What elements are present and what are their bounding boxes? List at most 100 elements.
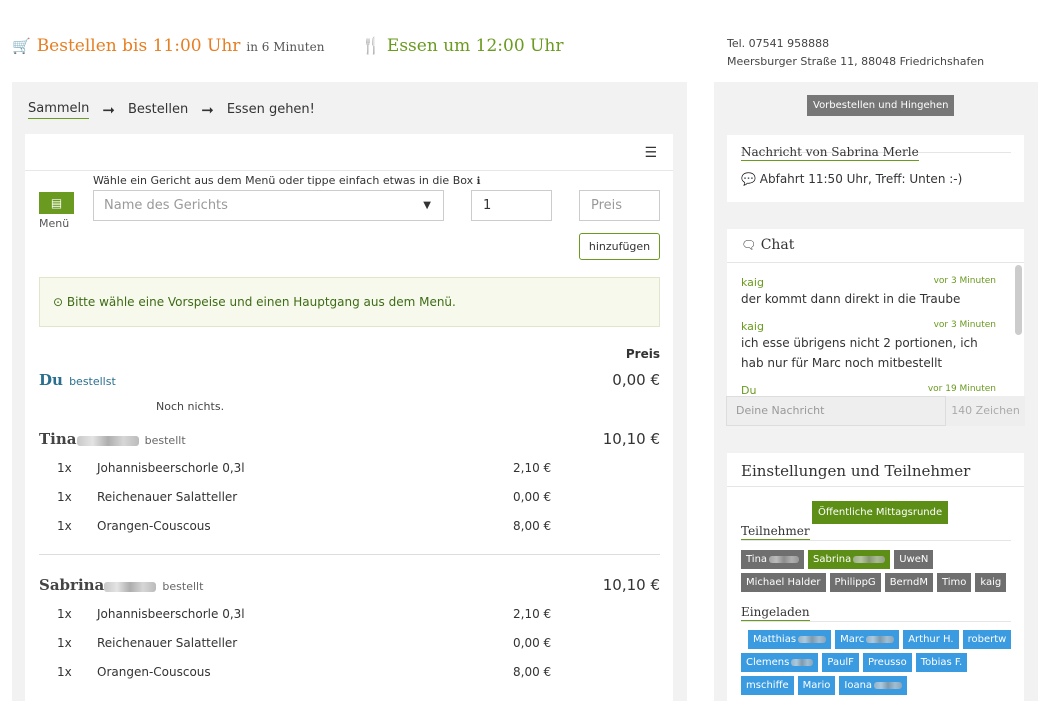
message-text: 💬 Abfahrt 11:50 Uhr, Treff: Unten :-) <box>741 172 963 186</box>
participant-tag[interactable]: UweN <box>894 550 934 569</box>
blurred-surname <box>798 636 827 643</box>
invited-tag[interactable]: Clemens <box>741 653 819 672</box>
orderer-name: Tina <box>39 430 77 448</box>
eat-time-text: Essen um 12:00 Uhr <box>386 36 564 56</box>
list-view-icon[interactable]: ☰ <box>644 145 657 161</box>
dish-hint: Wähle ein Gericht aus dem Menü oder tipp… <box>93 174 481 187</box>
invited-tag[interactable]: Marc <box>835 630 900 649</box>
divider <box>741 540 1011 541</box>
step-collect[interactable]: Sammeln <box>28 101 90 119</box>
participants-title: Teilnehmer <box>741 524 810 540</box>
orderer-verb: bestellt <box>144 434 186 447</box>
add-button[interactable]: hinzufügen <box>579 233 660 260</box>
step-eat[interactable]: Essen gehen! <box>227 102 315 119</box>
chat-text: der kommt dann direkt in die Traube <box>741 292 961 306</box>
price-input[interactable]: Preis <box>579 190 660 221</box>
message-box: Nachricht von Sabrina Merle 💬 Abfahrt 11… <box>727 135 1024 202</box>
orderer-you: Du bestellst 0,00 € <box>39 371 660 389</box>
orderer-sabrina: Sabrina bestellt 10,10 € <box>39 576 660 594</box>
public-lunch-button[interactable]: Öffentliche Mittagsrunde <box>812 501 949 524</box>
blurred-surname <box>853 556 886 563</box>
caret-down-icon[interactable]: ▼ <box>423 191 431 220</box>
chat-title: 🗨 Chat <box>741 237 795 253</box>
order-item: 1x Orangen-Couscous 8,00 € <box>57 519 552 533</box>
arrow-right-icon: ➞ <box>201 101 214 119</box>
chat-time: vor 3 Minuten <box>933 320 996 330</box>
blurred-surname <box>104 581 157 592</box>
invited-tag[interactable]: Matthias <box>748 630 832 649</box>
address: Meersburger Straße 11, 88048 Friedrichsh… <box>727 55 985 68</box>
participant-tag[interactable]: kaig <box>975 573 1007 592</box>
participant-tag[interactable]: PhilippG <box>829 573 881 592</box>
sidebar: Vorbestellen und Hingehen Nachricht von … <box>714 82 1038 701</box>
invited-tag[interactable]: Tobias F. <box>915 653 968 672</box>
invited-tag[interactable]: Preusso <box>862 653 912 672</box>
participant-tag[interactable]: Sabrina <box>808 550 891 569</box>
orderer-total: 10,10 € <box>602 430 660 448</box>
progress-steps: Sammeln ➞ Bestellen ➞ Essen gehen! <box>28 101 315 119</box>
chat-text: ich esse übrigens nicht 2 portionen, ich… <box>741 336 978 370</box>
invited-tag[interactable]: mschiffe <box>741 676 794 695</box>
participants-list: Tina Sabrina UweN Michael Halder Philipp… <box>741 550 1016 592</box>
preorder-button[interactable]: Vorbestellen und Hingehen <box>807 95 955 116</box>
restaurant-contact: Tel. 07541 958888 Meersburger Straße 11,… <box>727 35 984 71</box>
participant-tag[interactable]: Tina <box>741 550 805 569</box>
blurred-surname <box>76 435 139 446</box>
chat-scrollbar[interactable] <box>1015 265 1022 335</box>
blurred-surname <box>874 682 903 689</box>
invited-list: Matthias Marc Arthur H. robertw Clemens … <box>741 630 1016 695</box>
eat-time: 🍴 Essen um 12:00 Uhr <box>361 36 563 56</box>
card-toolbar: ☰ <box>25 134 673 171</box>
chat-message: kaig vor 3 Minuten ich esse übrigens nic… <box>741 320 996 373</box>
char-counter: 140 Zeichen <box>946 396 1025 426</box>
invited-tag[interactable]: Ioana <box>839 676 908 695</box>
order-countdown: in 6 Minuten <box>246 40 325 54</box>
chat-box: 🗨 Chat kaig vor 3 Minuten der kommt dann… <box>726 229 1025 426</box>
chat-input[interactable]: Deine Nachricht <box>726 396 946 426</box>
blurred-surname <box>791 659 814 666</box>
chat-time: vor 3 Minuten <box>933 276 996 286</box>
menu-button[interactable]: ▤ <box>39 192 74 214</box>
settings-box: Einstellungen und Teilnehmer Öffentliche… <box>727 453 1024 701</box>
menu-book-icon: ▤ <box>50 196 63 210</box>
orderer-name: Sabrina <box>39 576 105 594</box>
menu-label: Menü <box>39 217 70 230</box>
order-item: 1x Reichenauer Salatteller 0,00 € <box>57 636 552 650</box>
divider <box>741 621 1011 622</box>
menu-notice: ⊙ Bitte wähle eine Vorspeise und einen H… <box>39 277 660 327</box>
step-order[interactable]: Bestellen <box>128 102 188 119</box>
orderer-total: 10,10 € <box>602 576 660 594</box>
quantity-input[interactable]: 1 <box>471 190 552 221</box>
dish-name-input[interactable]: Name des Gerichts ▼ <box>93 190 444 221</box>
order-item: 1x Reichenauer Salatteller 0,00 € <box>57 490 552 504</box>
cutlery-icon: 🍴 <box>361 36 381 55</box>
invited-tag[interactable]: PaulF <box>822 653 859 672</box>
participant-tag[interactable]: Timo <box>936 573 972 592</box>
blurred-surname <box>769 556 800 563</box>
orderer-total: 0,00 € <box>612 371 660 389</box>
comment-icon: 💬 <box>741 172 756 186</box>
settings-title: Einstellungen und Teilnehmer <box>741 462 971 480</box>
chat-time: vor 19 Minuten <box>927 384 996 394</box>
cart-icon: 🛒 <box>12 37 31 55</box>
orderer-verb: bestellt <box>162 580 204 593</box>
order-item: 1x Orangen-Couscous 8,00 € <box>57 665 552 679</box>
order-item: 1x Johannisbeerschorle 0,3l 2,10 € <box>57 607 552 621</box>
phone-number: Tel. 07541 958888 <box>727 37 830 50</box>
participant-tag[interactable]: Michael Halder <box>741 573 826 592</box>
info-icon[interactable]: ℹ <box>477 176 481 187</box>
invited-tag[interactable]: Arthur H. <box>903 630 959 649</box>
invited-tag[interactable]: Mario <box>797 676 836 695</box>
message-title: Nachricht von Sabrina Merle <box>741 145 919 161</box>
orderer-name: Du <box>39 371 63 389</box>
order-deadline-text: Bestellen bis 11:00 Uhr <box>36 36 241 56</box>
arrow-right-icon: ➞ <box>102 101 115 119</box>
invited-tag[interactable]: robertw <box>962 630 1012 649</box>
participant-tag[interactable]: BerndM <box>884 573 933 592</box>
empty-order-text: Noch nichts. <box>156 400 225 413</box>
orderer-verb: bestellst <box>69 375 116 388</box>
order-item: 1x Johannisbeerschorle 0,3l 2,10 € <box>57 461 552 475</box>
orderer-tina: Tina bestellt 10,10 € <box>39 430 660 448</box>
chat-message: Du vor 19 Minuten <box>741 384 996 396</box>
price-column-header: Preis <box>625 347 660 361</box>
